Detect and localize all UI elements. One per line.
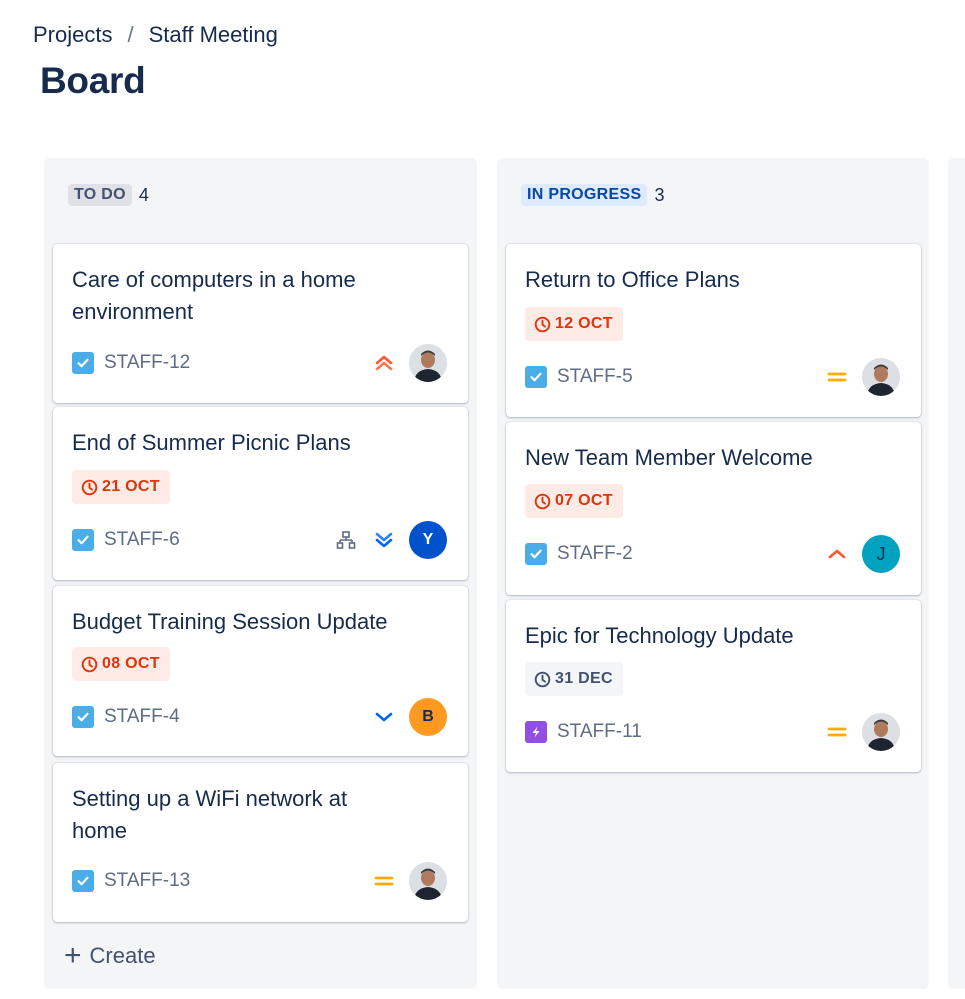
issue-card-staff-12[interactable]: Care of computers in a home environment … [53,244,468,403]
due-date-badge: 21 OCT [72,470,170,504]
due-date-badge: 08 OCT [72,647,170,681]
issue-key[interactable]: STAFF-11 [557,721,642,743]
card-footer: STAFF-11 [525,713,900,751]
column-todo: TO DO 4 Care of computers in a home envi… [44,158,477,989]
clock-icon [81,479,98,495]
task-type-icon [72,706,94,728]
task-type-icon [525,366,547,388]
assignee-avatar[interactable] [862,358,900,396]
card-footer: STAFF-13 [72,862,447,900]
card-title: Setting up a WiFi network at home [72,786,348,843]
assignee-avatar[interactable]: Y [409,521,447,559]
issue-card-staff-5[interactable]: Return to Office Plans 12 OCT STAFF-5 [506,244,921,417]
plus-icon: + [64,939,82,972]
create-label: Create [89,943,156,968]
issue-key[interactable]: STAFF-4 [104,706,180,728]
assignee-avatar[interactable]: B [409,698,447,736]
issue-card-staff-13[interactable]: Setting up a WiFi network at home STAFF-… [53,763,468,922]
column-in-progress: IN PROGRESS 3 Return to Office Plans 12 … [497,158,929,989]
status-lozenge: IN PROGRESS [521,184,648,206]
card-footer: STAFF-6 Y [72,521,447,559]
assignee-avatar[interactable]: J [862,535,900,573]
due-date-text: 08 OCT [102,655,160,672]
assignee-avatar[interactable] [862,713,900,751]
task-type-icon [72,529,94,551]
issue-card-staff-4[interactable]: Budget Training Session Update 08 OCT ST… [53,586,468,756]
priority-medium-icon [824,364,850,390]
issue-card-staff-6[interactable]: End of Summer Picnic Plans 21 OCT STAFF-… [53,407,468,580]
priority-medium-icon [371,868,397,894]
column-header: IN PROGRESS 3 [521,184,664,206]
card-footer: STAFF-5 [525,358,900,396]
task-type-icon [72,870,94,892]
clock-icon [534,493,551,509]
task-type-icon [72,352,94,374]
breadcrumb-separator: / [127,22,134,47]
priority-lowest-icon [371,527,397,553]
card-footer: STAFF-2 J [525,535,900,573]
create-issue-button[interactable]: + Create [64,941,156,971]
page-title: Board [40,60,146,101]
due-date-badge: 31 DEC [525,662,623,696]
due-date-badge: 12 OCT [525,307,623,341]
issue-count: 3 [654,184,665,205]
column-next-partial [948,158,965,989]
issue-key[interactable]: STAFF-5 [557,366,633,388]
task-type-icon [525,543,547,565]
assignee-avatar[interactable] [409,862,447,900]
due-date-badge: 07 OCT [525,484,623,518]
due-date-text: 07 OCT [555,492,613,509]
breadcrumb-project-link[interactable]: Staff Meeting [149,22,278,48]
card-footer: STAFF-12 [72,344,447,382]
priority-high-icon [824,541,850,567]
issue-key[interactable]: STAFF-6 [104,529,180,551]
clock-icon [534,671,551,687]
due-date-text: 12 OCT [555,315,613,332]
due-date-text: 21 OCT [102,478,160,495]
assignee-avatar[interactable] [409,344,447,382]
card-title: New Team Member Welcome [525,445,813,470]
clock-icon [534,316,551,332]
breadcrumb-projects-link[interactable]: Projects [33,22,112,48]
issue-key[interactable]: STAFF-2 [557,543,633,565]
priority-low-icon [371,704,397,730]
issue-card-staff-11[interactable]: Epic for Technology Update 31 DEC STAFF-… [506,600,921,772]
card-title: Care of computers in a home environment [72,267,356,324]
card-title: Epic for Technology Update [525,623,794,648]
card-title: Return to Office Plans [525,267,740,292]
issue-key[interactable]: STAFF-12 [104,352,190,374]
issue-key[interactable]: STAFF-13 [104,870,190,892]
card-title: End of Summer Picnic Plans [72,430,351,455]
column-header: TO DO 4 [68,184,149,206]
status-lozenge: TO DO [68,184,132,206]
card-footer: STAFF-4 B [72,698,447,736]
priority-highest-icon [371,350,397,376]
child-issues-icon[interactable] [333,527,359,553]
breadcrumb: Projects / Staff Meeting [33,22,278,48]
epic-type-icon [525,721,547,743]
clock-icon [81,656,98,672]
due-date-text: 31 DEC [555,670,613,687]
issue-count: 4 [138,184,149,205]
issue-card-staff-2[interactable]: New Team Member Welcome 07 OCT STAFF-2 J [506,422,921,595]
priority-medium-icon [824,719,850,745]
card-title: Budget Training Session Update [72,609,388,634]
